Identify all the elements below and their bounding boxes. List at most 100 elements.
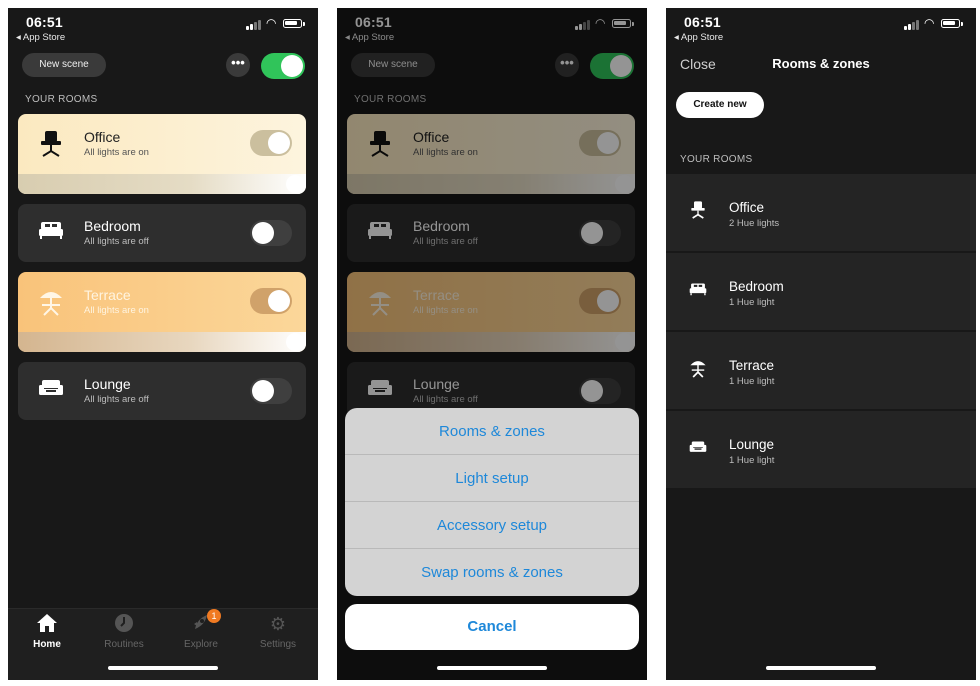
toggle-knob (281, 55, 303, 77)
nav-bar: Close Rooms & zones (666, 52, 976, 82)
action-sheet-screen: 06:51 ◂ App Store ◠ New scene ••• YOUR R… (337, 8, 647, 680)
sofa-icon (36, 376, 66, 406)
brightness-slider[interactable] (18, 332, 306, 352)
notification-badge: 1 (207, 609, 221, 623)
system-icons: ◠ (904, 16, 964, 30)
room-name: Terrace (84, 287, 131, 303)
brightness-slider[interactable] (18, 174, 306, 194)
status-time: 06:51 (684, 14, 721, 30)
room-status: All lights are off (84, 236, 149, 247)
umbrella-icon (36, 288, 66, 318)
tab-routines[interactable]: Routines (88, 613, 160, 650)
room-toggle[interactable] (250, 378, 292, 404)
tab-settings[interactable]: ⚙ Settings (242, 613, 314, 650)
office-chair-icon (36, 130, 66, 160)
tab-label: Settings (259, 639, 297, 650)
tab-label: Routines (104, 639, 144, 650)
battery-icon (941, 19, 960, 28)
status-bar: 06:51 ◂ App Store ◠ (666, 8, 976, 52)
light-count: 1 Hue light (729, 297, 775, 308)
new-scene-button[interactable]: New scene (22, 53, 106, 77)
room-status: All lights are on (84, 147, 149, 158)
room-name: Office (84, 129, 121, 145)
gear-icon: ⚙ (269, 614, 287, 634)
tab-label: Home (33, 639, 61, 650)
signal-bar (916, 20, 919, 30)
light-setup-option[interactable]: Light setup (345, 455, 639, 502)
back-to-app-store-link[interactable]: ◂ App Store (674, 32, 723, 43)
action-sheet: Rooms & zones Light setup Accessory setu… (345, 408, 639, 596)
system-icons: ◠ (246, 16, 306, 30)
room-name: Bedroom (729, 279, 784, 294)
section-label: YOUR ROOMS (25, 94, 98, 105)
umbrella-icon (686, 358, 710, 382)
room-name: Terrace (729, 358, 775, 373)
all-lights-toggle[interactable] (261, 53, 305, 79)
swap-rooms-and-zones-option[interactable]: Swap rooms & zones (345, 549, 639, 596)
home-indicator[interactable] (437, 666, 547, 670)
wifi-icon: ◠ (924, 16, 935, 30)
room-name: Bedroom (84, 218, 141, 234)
signal-bar (258, 20, 261, 30)
room-card-lounge[interactable]: Lounge All lights are off (18, 362, 306, 420)
wifi-icon: ◠ (266, 16, 277, 30)
home-icon (11, 613, 83, 635)
bed-icon (36, 218, 66, 248)
battery-tip (961, 22, 963, 26)
light-count: 1 Hue light (729, 376, 775, 387)
signal-icon (246, 26, 249, 30)
rocket-icon: 1 (165, 609, 237, 635)
home-screen: 06:51 ◂ App Store ◠ New scene ••• YOUR R… (8, 8, 318, 680)
toggle-knob (252, 222, 274, 244)
room-row-bedroom[interactable]: Bedroom 1 Hue light (666, 253, 976, 330)
create-new-button[interactable]: Create new (676, 92, 764, 118)
signal-bar (912, 22, 915, 30)
rooms-and-zones-option[interactable]: Rooms & zones (345, 408, 639, 455)
sofa-icon (686, 437, 710, 461)
room-card-bedroom[interactable]: Bedroom All lights are off (18, 204, 306, 262)
office-chair-icon (686, 200, 710, 224)
back-to-app-store-link[interactable]: ◂ App Store (16, 32, 65, 43)
signal-bar (250, 24, 253, 30)
page-title: Rooms & zones (772, 56, 870, 71)
room-toggle[interactable] (250, 130, 292, 156)
room-status: All lights are on (84, 305, 149, 316)
top-bar: New scene ••• (8, 52, 318, 82)
room-toggle[interactable] (250, 288, 292, 314)
more-options-button[interactable]: ••• (226, 53, 250, 77)
room-name: Office (729, 200, 765, 215)
slider-handle[interactable] (286, 175, 304, 193)
light-count: 1 Hue light (729, 455, 775, 466)
tab-home[interactable]: Home (11, 613, 83, 650)
home-indicator[interactable] (108, 666, 218, 670)
toggle-knob (268, 132, 290, 154)
signal-bar (908, 24, 911, 30)
tab-explore[interactable]: 1 Explore (165, 609, 237, 650)
room-row-lounge[interactable]: Lounge 1 Hue light (666, 411, 976, 488)
accessory-setup-option[interactable]: Accessory setup (345, 502, 639, 549)
home-indicator[interactable] (766, 666, 876, 670)
status-bar: 06:51 ◂ App Store ◠ (8, 8, 318, 52)
light-count: 2 Hue lights (729, 218, 780, 229)
room-status: All lights are off (84, 394, 149, 405)
rooms-zones-screen: 06:51 ◂ App Store ◠ Close Rooms & zones … (666, 8, 976, 680)
toggle-knob (268, 290, 290, 312)
room-toggle[interactable] (250, 220, 292, 246)
battery-tip (303, 22, 305, 26)
bed-icon (686, 279, 710, 303)
battery-icon (283, 19, 302, 28)
room-card-terrace[interactable]: Terrace All lights are on (18, 272, 306, 352)
room-row-terrace[interactable]: Terrace 1 Hue light (666, 332, 976, 409)
slider-handle[interactable] (286, 333, 304, 351)
room-card-office[interactable]: Office All lights are on (18, 114, 306, 194)
room-row-office[interactable]: Office 2 Hue lights (666, 174, 976, 251)
signal-bar (254, 22, 257, 30)
cancel-button[interactable]: Cancel (345, 604, 639, 650)
status-time: 06:51 (26, 14, 63, 30)
section-label: YOUR ROOMS (680, 154, 753, 165)
tab-label: Explore (184, 639, 218, 650)
clock-icon (88, 613, 160, 635)
signal-icon (904, 26, 907, 30)
toggle-knob (252, 380, 274, 402)
room-name: Lounge (729, 437, 775, 452)
